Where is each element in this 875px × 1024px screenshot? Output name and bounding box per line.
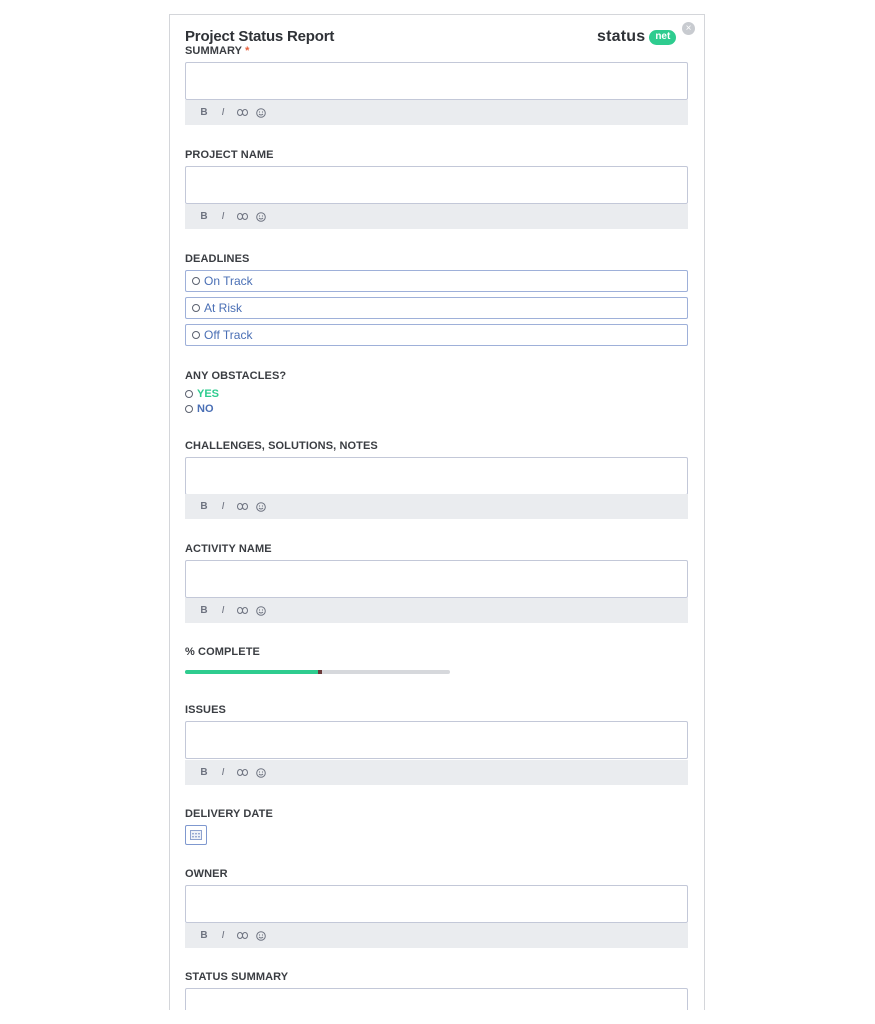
italic-icon[interactable]: I <box>217 107 229 119</box>
summary-toolbar: B I <box>185 100 688 125</box>
issues-toolbar: B I <box>185 760 688 785</box>
emoji-icon[interactable] <box>255 211 267 223</box>
emoji-icon[interactable] <box>255 501 267 513</box>
italic-icon[interactable]: I <box>217 605 229 617</box>
owner-input[interactable] <box>185 885 688 923</box>
issues-label: ISSUES <box>185 704 226 716</box>
brand-logo: status net <box>597 28 677 46</box>
bold-icon[interactable]: B <box>198 107 210 119</box>
link-icon[interactable] <box>236 501 248 513</box>
bold-icon[interactable]: B <box>198 930 210 942</box>
activity-name-input[interactable] <box>185 560 688 598</box>
slider-handle[interactable] <box>318 670 322 674</box>
summary-label: SUMMARY * <box>185 45 250 57</box>
form-title: Project Status Report <box>185 28 335 45</box>
bold-icon[interactable]: B <box>198 501 210 513</box>
form-card: Project Status Report status net × SUMMA… <box>169 14 705 1010</box>
percent-complete-label: % COMPLETE <box>185 646 260 658</box>
owner-label: OWNER <box>185 868 228 880</box>
link-icon[interactable] <box>236 605 248 617</box>
bold-icon[interactable]: B <box>198 211 210 223</box>
owner-toolbar: B I <box>185 923 688 948</box>
issues-input[interactable] <box>185 721 688 759</box>
status-summary-input[interactable] <box>185 988 688 1010</box>
calendar-icon[interactable] <box>185 825 207 845</box>
challenges-label: CHALLENGES, SOLUTIONS, NOTES <box>185 440 378 452</box>
brand-pill: net <box>649 29 677 45</box>
bold-icon[interactable]: B <box>198 605 210 617</box>
link-icon[interactable] <box>236 930 248 942</box>
link-icon[interactable] <box>236 767 248 779</box>
bold-icon[interactable]: B <box>198 767 210 779</box>
radio-button[interactable] <box>185 405 193 413</box>
option-label: Off Track <box>204 328 253 342</box>
activity-name-toolbar: B I <box>185 598 688 623</box>
project-name-label: PROJECT NAME <box>185 149 274 161</box>
italic-icon[interactable]: I <box>217 767 229 779</box>
emoji-icon[interactable] <box>255 930 267 942</box>
link-icon[interactable] <box>236 211 248 223</box>
deadline-option-off-track[interactable]: Off Track <box>185 324 688 346</box>
obstacles-label: ANY OBSTACLES? <box>185 370 287 382</box>
challenges-toolbar: B I <box>185 494 688 519</box>
emoji-icon[interactable] <box>255 605 267 617</box>
link-icon[interactable] <box>236 107 248 119</box>
italic-icon[interactable]: I <box>217 501 229 513</box>
no-label: NO <box>197 403 214 415</box>
close-icon[interactable]: × <box>682 22 695 35</box>
radio-button[interactable] <box>192 277 200 285</box>
emoji-icon[interactable] <box>255 107 267 119</box>
deadlines-label: DEADLINES <box>185 253 250 265</box>
project-name-input[interactable] <box>185 166 688 204</box>
italic-icon[interactable]: I <box>217 211 229 223</box>
summary-input[interactable] <box>185 62 688 100</box>
percent-complete-slider[interactable] <box>185 670 450 674</box>
brand-word: status <box>597 28 646 45</box>
obstacles-option-yes[interactable]: YES <box>185 388 219 400</box>
progress-fill <box>185 670 320 674</box>
radio-button[interactable] <box>185 390 193 398</box>
option-label: At Risk <box>204 301 243 315</box>
radio-button[interactable] <box>192 331 200 339</box>
option-label: On Track <box>204 274 253 288</box>
required-marker: * <box>245 45 250 57</box>
emoji-icon[interactable] <box>255 767 267 779</box>
project-name-toolbar: B I <box>185 204 688 229</box>
italic-icon[interactable]: I <box>217 930 229 942</box>
delivery-date-label: DELIVERY DATE <box>185 808 273 820</box>
radio-button[interactable] <box>192 304 200 312</box>
deadline-option-at-risk[interactable]: At Risk <box>185 297 688 319</box>
activity-name-label: ACTIVITY NAME <box>185 543 272 555</box>
yes-label: YES <box>197 388 220 400</box>
obstacles-option-no[interactable]: NO <box>185 403 214 415</box>
status-summary-label: STATUS SUMMARY <box>185 971 289 983</box>
challenges-input[interactable] <box>185 457 688 495</box>
deadline-option-on-track[interactable]: On Track <box>185 270 688 292</box>
